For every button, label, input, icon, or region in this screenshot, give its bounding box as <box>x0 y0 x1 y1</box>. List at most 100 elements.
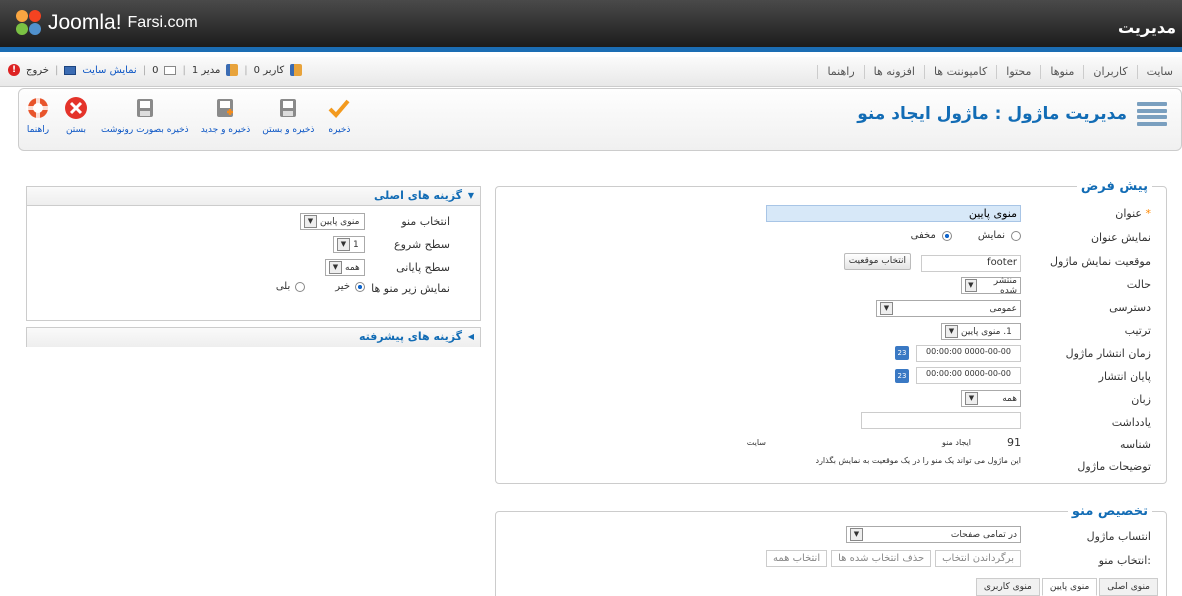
language-select[interactable]: همه ▼ <box>961 390 1021 407</box>
publish-down-input[interactable]: 00:00:00 0000-00-00 <box>916 367 1021 384</box>
status-area: ! خروج | نمایش سایت | 0 | 1 مدیر | 0 کار… <box>8 64 303 76</box>
basic-options-header[interactable]: ▼ گزینه های اصلی <box>27 187 480 206</box>
select-position-button[interactable]: انتخاب موقعیت <box>843 253 911 270</box>
tab-main-menu[interactable]: منوی اصلی <box>1099 578 1158 596</box>
end-level-label: سطح پایانی <box>396 261 450 274</box>
chevron-down-icon: ▼ <box>329 261 342 274</box>
end-level-select[interactable]: همه ▼ <box>325 259 365 276</box>
mail-icon <box>164 65 177 75</box>
basic-menu-select[interactable]: منوی پایین ▼ <box>300 213 365 230</box>
select-all-button[interactable]: انتخاب همه <box>766 550 828 567</box>
menu-select-label: انتخاب منو <box>401 215 450 228</box>
caret-left-icon: ◀ <box>467 332 474 341</box>
floppy-copy-icon <box>132 95 158 121</box>
save-copy-button[interactable]: ذخیره بصورت رونوشت <box>95 95 195 135</box>
checkmark-icon <box>326 95 352 121</box>
id-label: شناسه <box>1119 438 1151 451</box>
menu-item-content[interactable]: محتوا <box>996 65 1040 79</box>
help-button[interactable]: راهنما <box>19 95 57 135</box>
lifebuoy-icon <box>25 95 51 121</box>
details-legend: پیش فرض <box>1076 179 1152 194</box>
admin-user-icon <box>226 64 239 76</box>
calendar-icon[interactable]: 23 <box>895 369 909 383</box>
menu-item-extensions[interactable]: افزونه ها <box>863 65 924 79</box>
user-icon <box>290 64 303 76</box>
admins-count: 1 مدیر <box>191 64 221 76</box>
header-bar: Joomla! Farsi.com مدیریت <box>0 0 1182 52</box>
toggle-selection-button[interactable]: برگرداندن انتخاب <box>935 550 1021 567</box>
menu-manager-icon <box>1137 99 1167 129</box>
joomla-logo-icon <box>16 10 42 36</box>
save-label: ذخیره <box>328 125 351 135</box>
menu-status-bar: سایت کاربران منوها محتوا کامپوننت ها افز… <box>0 57 1182 87</box>
assignment-legend: تخصیص منو <box>1067 504 1152 519</box>
admin-title: مدیریت <box>1117 18 1176 37</box>
state-select[interactable]: منتشر شده ▼ <box>961 276 1021 296</box>
page-header: مدیریت ماژول : ماژول ایجاد منو <box>857 99 1167 129</box>
submenu-radio-no[interactable] <box>355 281 365 292</box>
logout-icon[interactable]: ! <box>8 64 20 76</box>
menu-item-site[interactable]: سایت <box>1136 65 1182 79</box>
floppy-plus-icon <box>212 95 238 121</box>
tab-footer-menu[interactable]: منوی پایین <box>1041 578 1098 596</box>
chevron-down-icon: ▼ <box>965 279 977 292</box>
help-label: راهنما <box>26 125 50 135</box>
note-input[interactable] <box>861 412 1021 429</box>
show-title-radio-hide[interactable] <box>941 230 952 241</box>
show-title-label: نمایش عنوان <box>1090 231 1151 244</box>
chevron-down-icon: ▼ <box>850 528 863 541</box>
calendar-icon[interactable]: 23 <box>895 346 909 360</box>
logo-suffix: Farsi.com <box>127 14 198 31</box>
state-label: حالت <box>1126 278 1151 291</box>
assign-select[interactable]: در تمامی صفحات ▼ <box>846 526 1021 543</box>
clear-selection-button[interactable]: حذف انتخاب شده ها <box>831 550 932 567</box>
chevron-down-icon: ▼ <box>965 392 978 405</box>
logout-link[interactable]: خروج <box>26 65 49 76</box>
access-label: دسترسی <box>1109 301 1151 314</box>
basic-options-panel: ▼ گزینه های اصلی انتخاب منو منوی پایین ▼ س… <box>26 186 481 321</box>
ordering-select[interactable]: 1. منوی پایین ▼ <box>941 323 1021 340</box>
yes-option-label: بلی <box>275 281 291 292</box>
show-title-radio-show[interactable] <box>1011 230 1021 241</box>
assignment-fieldset: تخصیص منو انتساب ماژول در تمامی صفحات ▼ ا… <box>495 504 1167 596</box>
module-client: سایت <box>746 438 766 447</box>
details-fieldset: پیش فرض عنوان * منوی پایین نمایش عنوان ن… <box>495 179 1167 484</box>
logo-text: Joomla! <box>48 11 122 34</box>
no-option-label: خیر <box>335 281 350 292</box>
chevron-down-icon: ▼ <box>337 238 350 251</box>
close-label: بستن <box>65 125 87 135</box>
title-input[interactable]: منوی پایین <box>766 205 1021 222</box>
tab-user-menu[interactable]: منوی کاربری <box>975 578 1040 596</box>
chevron-down-icon: ▼ <box>880 302 893 315</box>
save-close-button[interactable]: ذخیره و بستن <box>256 95 320 135</box>
save-button[interactable]: ذخیره <box>320 95 358 135</box>
show-title-radios: نمایش مخفی <box>911 230 1021 241</box>
start-level-select[interactable]: 1 ▼ <box>333 236 365 253</box>
description-label: توضیحات ماژول <box>1077 460 1151 473</box>
joomla-logo: Joomla! Farsi.com <box>16 10 198 36</box>
selection-buttons: برگرداندن انتخاب حذف انتخاب شده ها انتخا… <box>766 550 1021 567</box>
module-description: این ماژول می تواند یک منو را در یک موقعی… <box>815 456 1022 465</box>
menu-item-components[interactable]: کامپوننت ها <box>923 65 996 79</box>
close-button[interactable]: بستن <box>57 95 95 135</box>
advanced-options-header[interactable]: ◀ گزینه های پیشرفته <box>27 328 480 347</box>
close-icon <box>63 95 89 121</box>
monitor-icon <box>64 65 77 75</box>
access-select[interactable]: عمومی ▼ <box>876 300 1021 317</box>
publish-up-input[interactable]: 00:00:00 0000-00-00 <box>916 345 1021 362</box>
menu-item-users[interactable]: کاربران <box>1083 65 1136 79</box>
position-input[interactable]: footer <box>921 255 1021 272</box>
toolbar-buttons: راهنما بستن ذخیره بصورت رونوشت ذخیره و ج… <box>19 95 358 135</box>
menu-select-label: انتخاب منو: <box>1098 554 1151 567</box>
publish-up-label: زمان انتشار ماژول <box>1065 347 1151 360</box>
menu-item-menus[interactable]: منوها <box>1040 65 1083 79</box>
submenu-radio-yes[interactable] <box>295 281 306 292</box>
page-title: مدیریت ماژول : ماژول ایجاد منو <box>857 104 1127 124</box>
save-new-button[interactable]: ذخیره و جدید <box>195 95 257 135</box>
ordering-label: ترتیب <box>1124 324 1151 337</box>
chevron-down-icon: ▼ <box>304 215 317 228</box>
menu-item-help[interactable]: راهنما <box>817 65 863 79</box>
view-site-link[interactable]: نمایش سایت <box>82 65 136 76</box>
title-label: عنوان * <box>1115 207 1151 220</box>
messages-count[interactable]: 0 <box>152 65 158 76</box>
